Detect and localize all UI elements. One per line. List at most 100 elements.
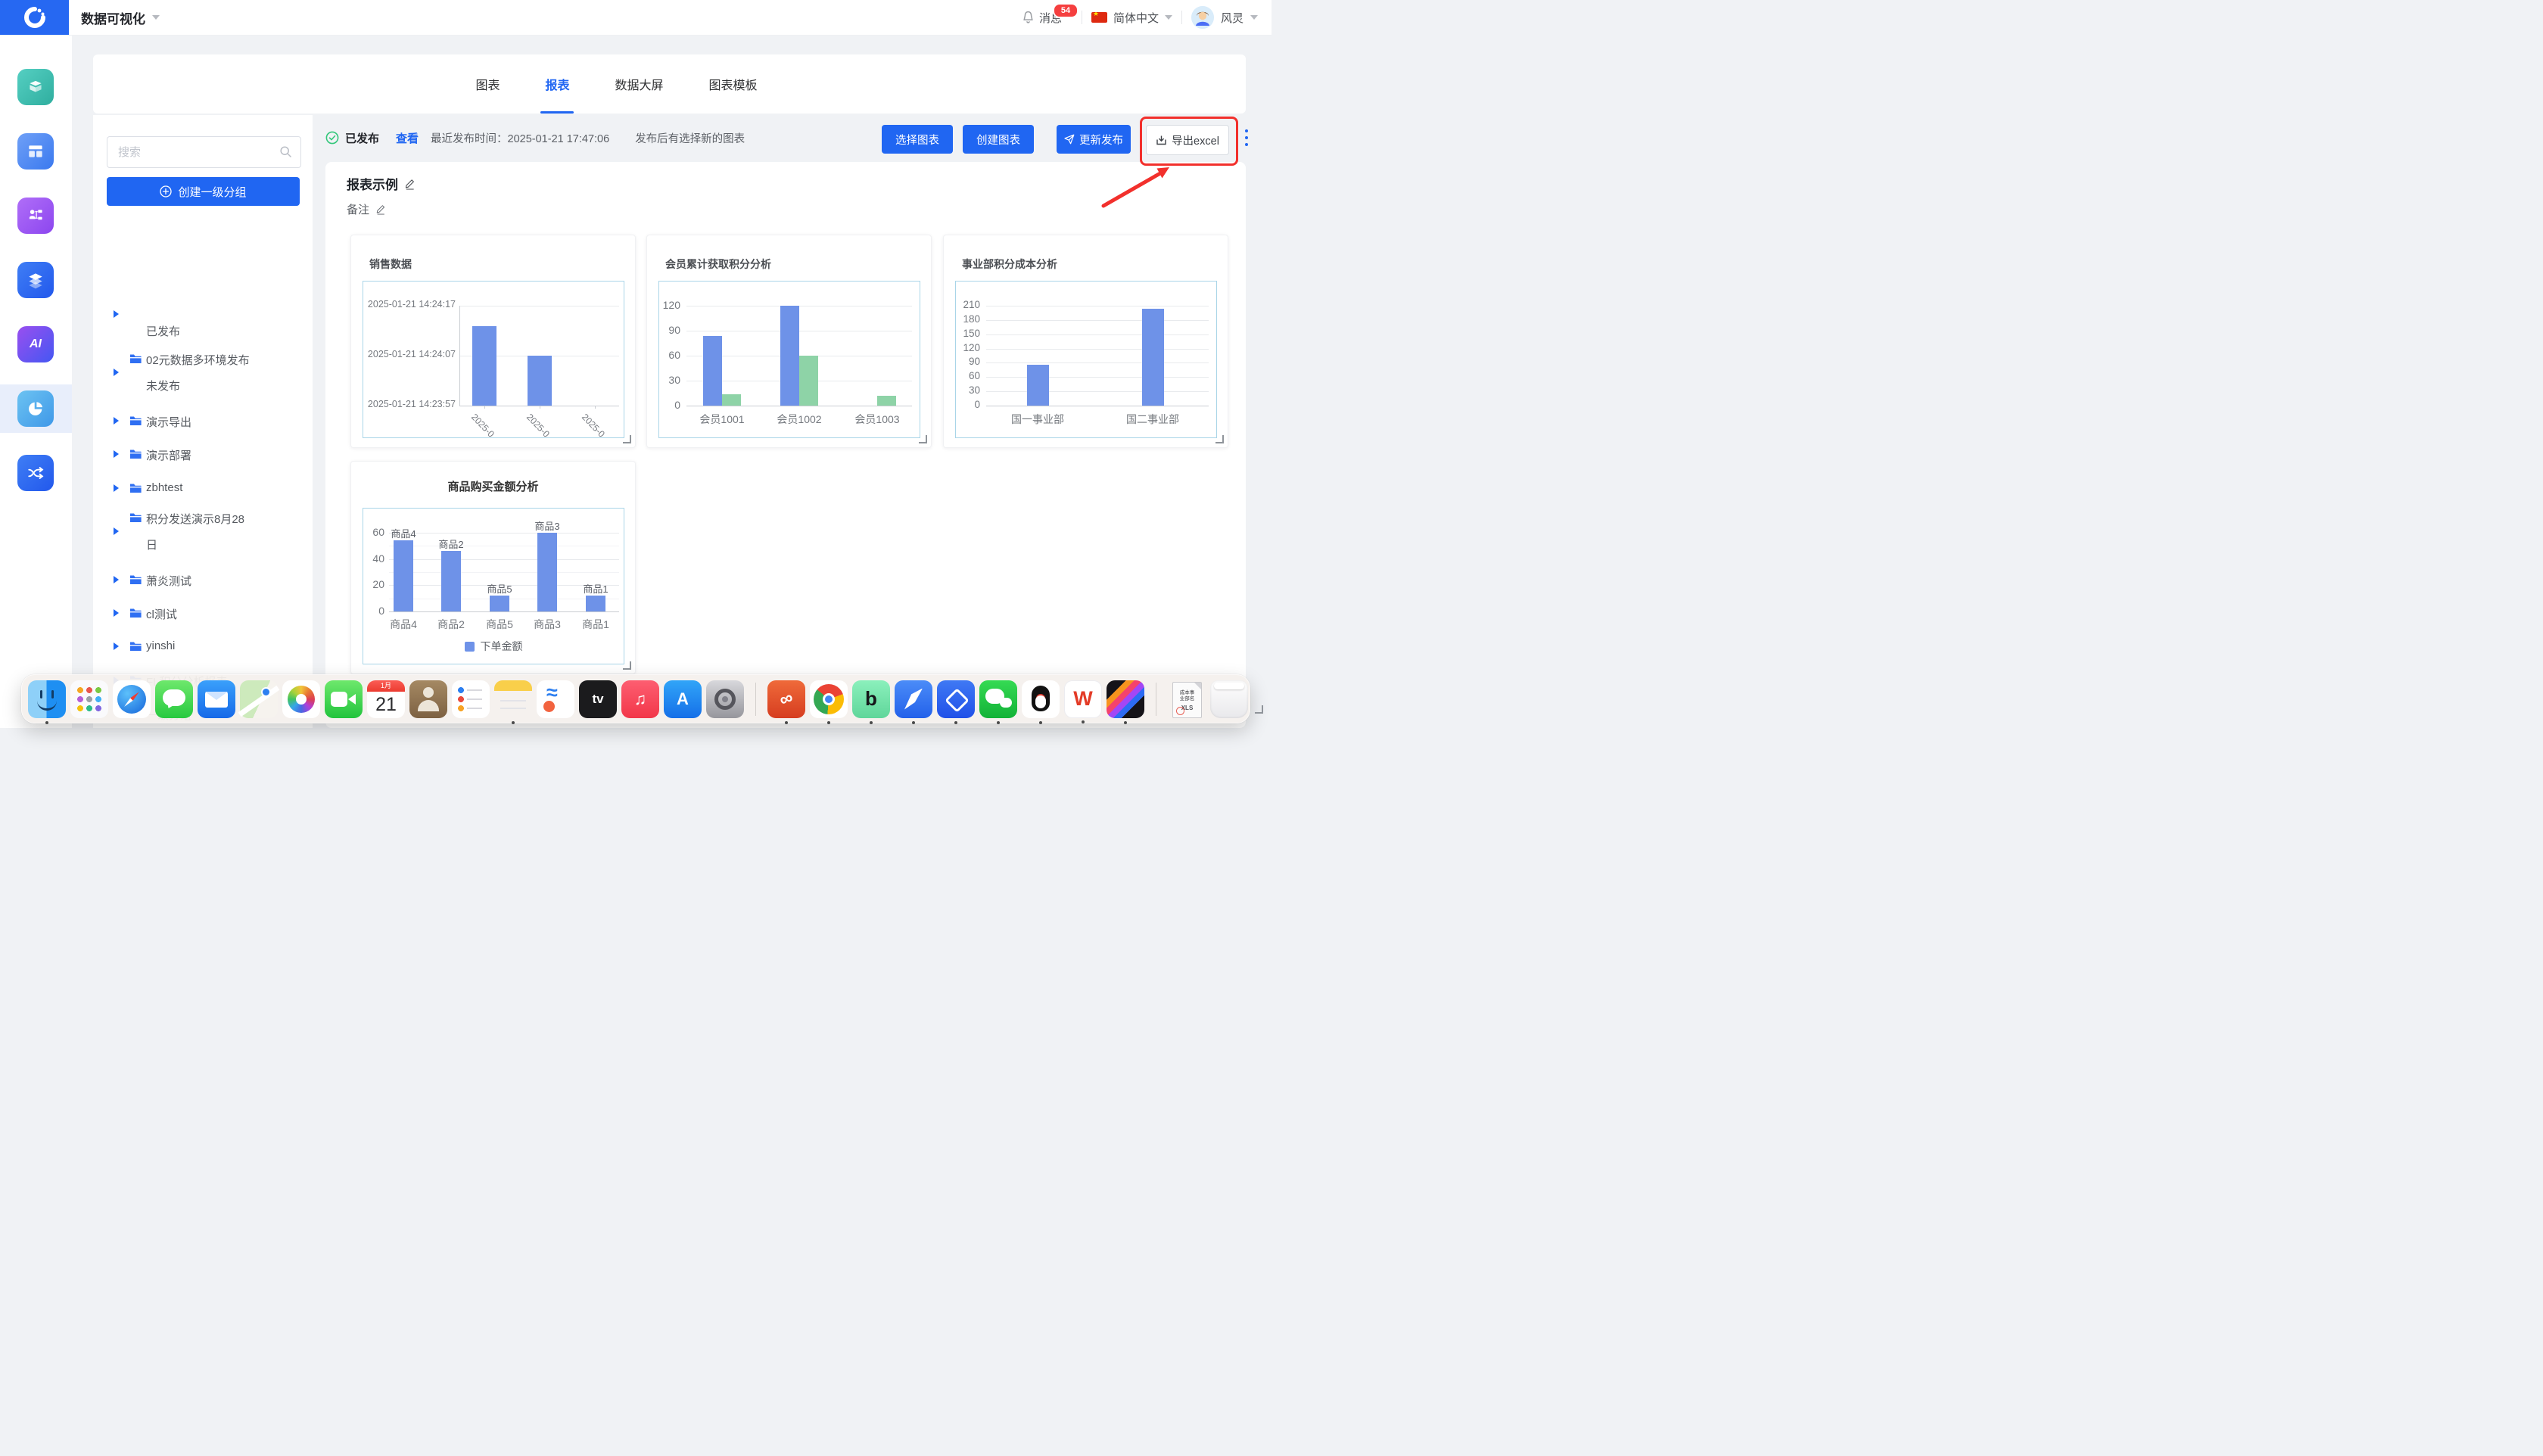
search-input[interactable]: [117, 137, 275, 167]
edit-remark-icon[interactable]: [375, 204, 386, 215]
wps-dock-icon[interactable]: W: [1064, 680, 1102, 718]
stripes-dock-icon[interactable]: [1107, 680, 1144, 718]
language-selector[interactable]: 简体中文: [1091, 10, 1172, 26]
tree-item[interactable]: 萧炎测试: [93, 568, 313, 592]
language-label: 简体中文: [1113, 10, 1159, 26]
chart-card-member-points[interactable]: 会员累计获取积分分析 0306090120会员1001会员1002会员1003: [646, 235, 932, 448]
update-publish-button[interactable]: 更新发布: [1057, 125, 1131, 154]
wechat-dock-icon[interactable]: [979, 680, 1017, 718]
resize-handle[interactable]: [623, 661, 631, 670]
resize-handle[interactable]: [1215, 435, 1224, 443]
qq-dock-icon[interactable]: [1022, 680, 1060, 718]
feather-dock-icon[interactable]: [895, 680, 932, 718]
messages-dock-icon[interactable]: [155, 680, 193, 718]
x-tick-label: 会员1001: [684, 412, 760, 427]
freeform-dock-icon[interactable]: [537, 680, 574, 718]
ai-icon[interactable]: AI: [17, 326, 54, 362]
app-logo[interactable]: [0, 0, 69, 35]
y-tick-label: 150: [956, 328, 980, 339]
photos-dock-icon[interactable]: [282, 680, 320, 718]
tree-item[interactable]: 积分发送演示8月28日: [93, 510, 313, 558]
appletv-dock-icon[interactable]: tv: [579, 680, 617, 718]
report-title-row: 报表示例: [347, 174, 416, 193]
bilibili-dock-icon[interactable]: b: [852, 680, 890, 718]
tree-item[interactable]: 演示导出: [93, 409, 313, 433]
tree-item[interactable]: 02元数据多环境发布未发布: [93, 351, 313, 400]
chart-card-product-amount[interactable]: 商品购买金额分析 0204060商品4商品4商品2商品2商品5商品5商品3商品3…: [350, 461, 636, 674]
select-chart-button[interactable]: 选择图表: [882, 125, 953, 154]
more-actions-menu[interactable]: [1244, 129, 1249, 150]
reminders-dock-icon[interactable]: [452, 680, 490, 718]
tree-item[interactable]: zbhtest: [93, 476, 313, 500]
tabs: 图表 报表 数据大屏 图表模板: [474, 69, 758, 99]
tree-item[interactable]: 演示部署: [93, 442, 313, 466]
pie-chart-icon[interactable]: [17, 390, 54, 427]
tree-caret-icon[interactable]: [114, 484, 119, 492]
tree-caret-icon[interactable]: [114, 609, 119, 617]
y-tick-label: 180: [956, 313, 980, 325]
tree-caret-icon[interactable]: [114, 310, 119, 318]
tree-item-label: 演示部署: [146, 447, 191, 463]
bar: [586, 596, 605, 611]
appstore-glyph: A: [664, 680, 702, 718]
settings-dock-icon[interactable]: [706, 680, 744, 718]
calendar-dock-icon[interactable]: 1月21: [367, 680, 405, 718]
facetime-dock-icon[interactable]: [325, 680, 363, 718]
group-panel: 创建一级分组 已发布 02元数据多环境发布未发布演示导出演示部署 zbhtest 积分…: [93, 115, 313, 728]
maps-dock-icon[interactable]: [240, 680, 278, 718]
appstore-dock-icon[interactable]: A: [664, 680, 702, 718]
mail-dock-icon[interactable]: [198, 680, 235, 718]
messages-button[interactable]: 消息 54: [1022, 10, 1062, 26]
tree-caret-icon[interactable]: [114, 576, 119, 583]
app-title-menu[interactable]: 数据可视化: [81, 0, 160, 35]
tree-caret-icon[interactable]: [114, 527, 119, 535]
tree-caret-icon[interactable]: [114, 450, 119, 458]
finder-dock-icon[interactable]: [28, 680, 66, 718]
tree-caret-icon[interactable]: [114, 417, 119, 425]
active-tab-underline: [540, 111, 574, 114]
chrome-dock-icon[interactable]: [810, 680, 848, 718]
safari-dock-icon[interactable]: [113, 680, 151, 718]
tab-数据大屏[interactable]: 数据大屏: [614, 69, 665, 99]
resize-handle[interactable]: [623, 435, 631, 443]
contacts-dock-icon[interactable]: [409, 680, 447, 718]
tree-caret-icon[interactable]: [114, 369, 119, 376]
tab-图表[interactable]: 图表: [474, 69, 501, 99]
cube-icon[interactable]: [17, 69, 54, 105]
gridline: [986, 362, 1209, 363]
running-indicator: [512, 721, 515, 724]
music-dock-icon[interactable]: ♫: [621, 680, 659, 718]
export-excel-button[interactable]: 导出excel: [1146, 125, 1229, 155]
xls-file-dock-icon[interactable]: 成本事业部名XLS: [1168, 680, 1206, 718]
user-menu[interactable]: 风灵: [1191, 6, 1258, 29]
publish-status-row: 已发布 查看 最近发布时间：2025-01-21 17:47:06 发布后有选择…: [325, 119, 745, 157]
notes-dock-icon[interactable]: [494, 680, 532, 718]
sales-chart: 2025-01-21 14:24:172025-01-21 14:24:0720…: [363, 281, 624, 438]
layers-icon[interactable]: [17, 262, 54, 298]
report-canvas: 报表示例 备注 销售数据 2025-01-21 14:24:172025-01-…: [325, 162, 1246, 728]
y-tick-label: 2025-01-21 14:24:17: [365, 299, 456, 310]
launchpad-dock-icon[interactable]: [70, 680, 108, 718]
orange-knot-dock-icon[interactable]: ∞: [767, 680, 805, 718]
view-link[interactable]: 查看: [396, 130, 419, 146]
cube-app-dock-icon[interactable]: [937, 680, 975, 718]
layout-icon[interactable]: [17, 133, 54, 170]
tree-item[interactable]: 已发布: [93, 306, 313, 342]
create-chart-button[interactable]: 创建图表: [963, 125, 1034, 154]
chart-card-division-cost[interactable]: 事业部积分成本分析 0306090120150180210国一事业部国二事业部: [943, 235, 1228, 448]
tab-图表模板[interactable]: 图表模板: [708, 69, 759, 99]
tab-报表[interactable]: 报表: [543, 69, 571, 99]
edit-title-icon[interactable]: [404, 178, 416, 190]
tree-item[interactable]: yinshi: [93, 634, 313, 658]
shuffle-icon[interactable]: [17, 455, 54, 491]
tree-item[interactable]: cl测试: [93, 601, 313, 625]
chart-card-sales[interactable]: 销售数据 2025-01-21 14:24:172025-01-21 14:24…: [350, 235, 636, 448]
resize-handle[interactable]: [919, 435, 927, 443]
legend-swatch-icon: [465, 642, 475, 652]
bar: [1027, 365, 1049, 406]
canvas-resize-handle[interactable]: [1255, 705, 1263, 714]
tree-caret-icon[interactable]: [114, 642, 119, 650]
create-group-button[interactable]: 创建一级分组: [107, 177, 300, 206]
trash-dock-icon[interactable]: [1210, 680, 1248, 718]
orgchart-icon[interactable]: [17, 198, 54, 234]
